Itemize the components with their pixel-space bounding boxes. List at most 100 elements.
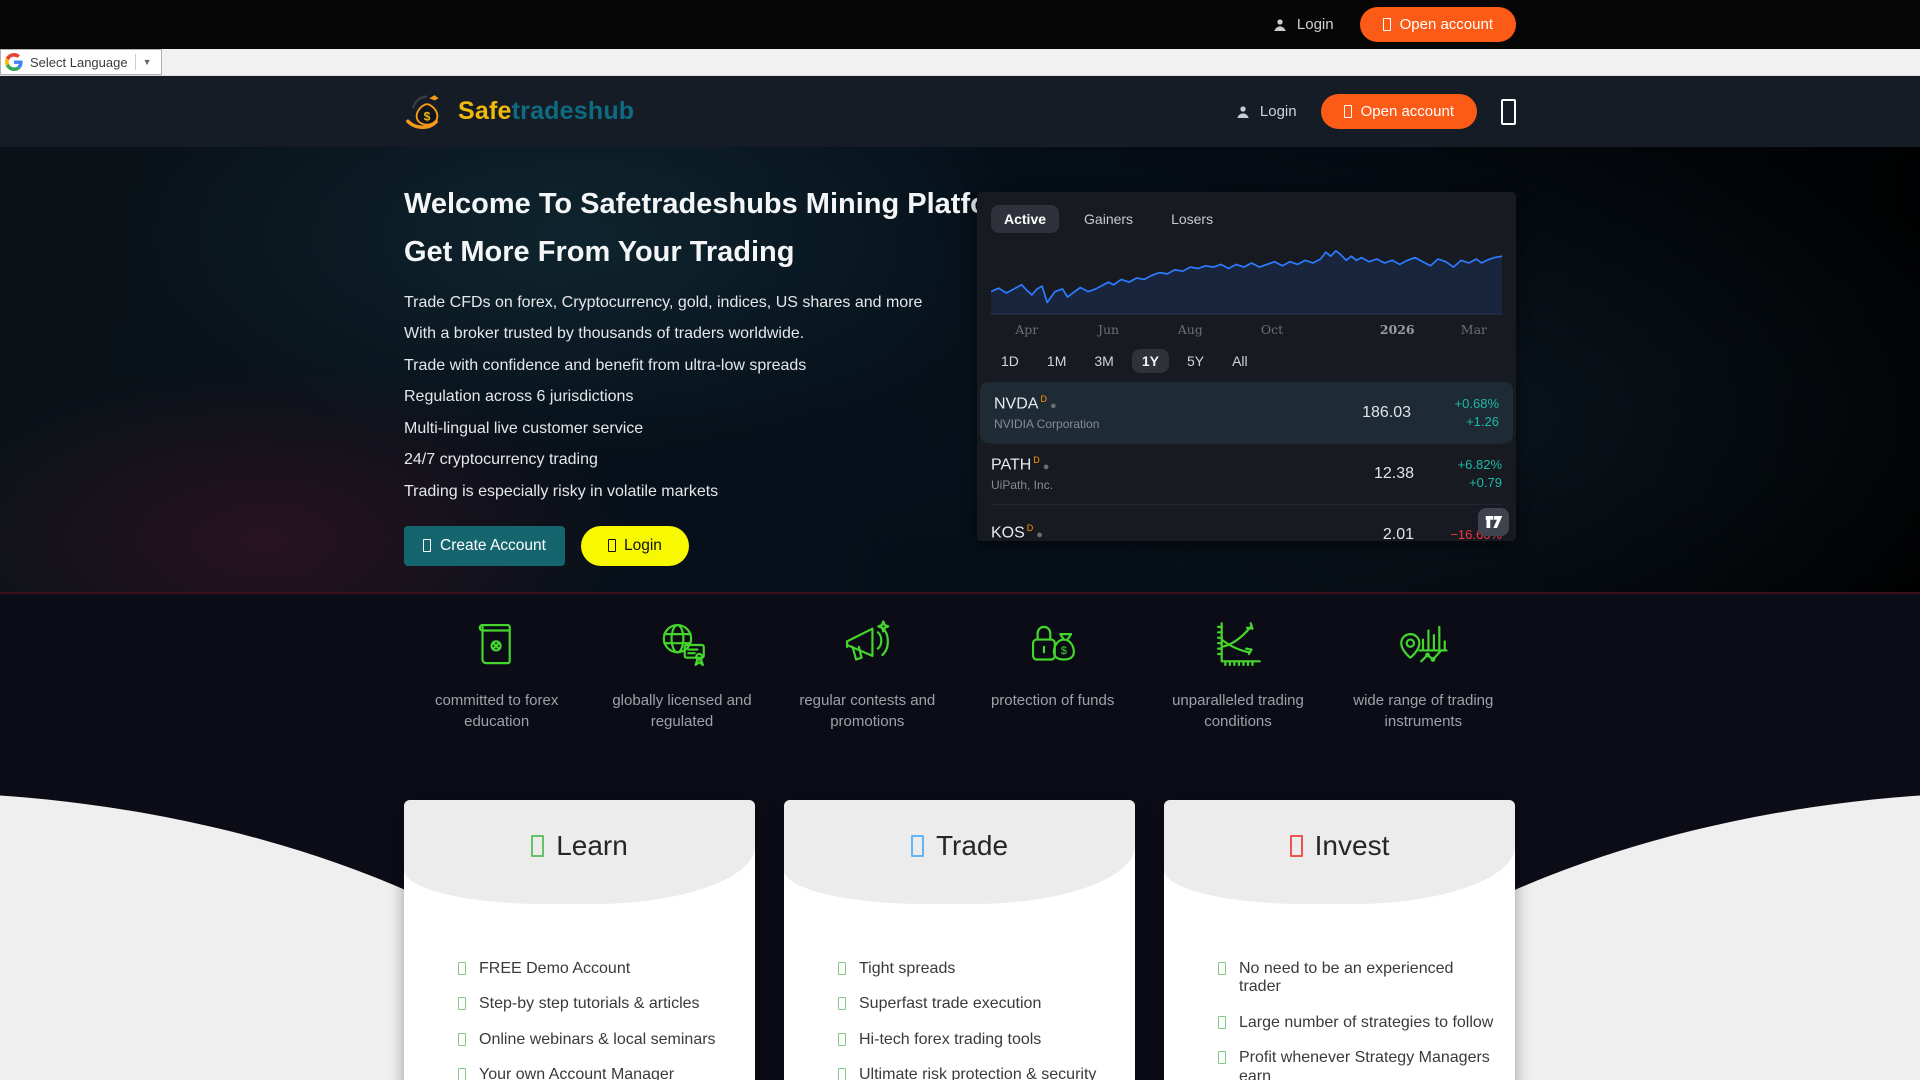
svg-text:$: $	[424, 109, 431, 123]
topbar-login-link[interactable]: Login	[1272, 16, 1334, 33]
tab-gainers[interactable]: Gainers	[1071, 205, 1146, 233]
stock-row-nvda[interactable]: NVDA D● NVIDIA Corporation 186.03 +0.68% …	[980, 382, 1513, 443]
topbar-open-account-button[interactable]: Open account	[1359, 7, 1516, 42]
stock-price: 2.01	[1382, 525, 1414, 542]
stock-symbol: PATH	[991, 456, 1032, 474]
check-icon	[838, 1032, 846, 1046]
header-open-account-button[interactable]: Open account	[1320, 94, 1477, 129]
user-icon	[1237, 105, 1249, 118]
stock-name: UiPath, Inc.	[991, 477, 1054, 492]
instruments-chart-icon	[1400, 625, 1448, 663]
moneybag-logo-icon: $	[406, 94, 439, 129]
widget-tabs: Active Gainers Losers	[991, 205, 1502, 233]
price-chart[interactable]	[991, 241, 1502, 319]
stock-price: 12.38	[1373, 464, 1414, 482]
main-header: $ Safetradeshub Login Open account	[0, 76, 1920, 147]
stock-row-kos[interactable]: KOS D● 2.01 −16.60%	[977, 504, 1516, 541]
stock-symbol: NVDA	[994, 395, 1039, 413]
features-section: committed to forex education globally li…	[0, 594, 1920, 780]
feature-protection: $ protection of funds	[960, 594, 1145, 780]
range-1d[interactable]: 1D	[991, 349, 1029, 373]
check-icon	[458, 997, 466, 1011]
list-item: Large number of strategies to follow	[1218, 1014, 1495, 1032]
feature-education: committed to forex education	[404, 594, 589, 780]
create-account-button[interactable]: Create Account	[404, 525, 565, 566]
list-item: Profit whenever Strategy Managers earn	[1218, 1049, 1495, 1080]
svg-text:$: $	[1061, 645, 1067, 657]
check-icon	[838, 1068, 846, 1080]
card-title: Invest	[1314, 830, 1390, 861]
list-item: No need to be an experienced trader	[1218, 960, 1495, 997]
stock-row-path[interactable]: PATH D● UiPath, Inc. 12.38 +6.82% +0.79	[977, 443, 1516, 504]
stock-change: +0.68% +1.26	[1454, 395, 1499, 429]
login-icon	[607, 539, 616, 553]
feature-licensed: globally licensed and regulated	[589, 594, 774, 780]
check-icon	[838, 997, 846, 1011]
card-invest: Invest No need to be an experienced trad…	[1164, 800, 1515, 1080]
tab-losers[interactable]: Losers	[1158, 205, 1226, 233]
create-account-label: Create Account	[440, 536, 546, 554]
language-selector[interactable]: Select Language ▼	[0, 49, 162, 75]
range-1m[interactable]: 1M	[1037, 349, 1076, 373]
range-selector: 1D 1M 3M 1Y 5Y All	[991, 349, 1502, 373]
range-3m[interactable]: 3M	[1084, 349, 1123, 373]
axis-tick: Mar	[1460, 322, 1488, 337]
account-icon	[1343, 105, 1352, 118]
list-item: Step-by step tutorials & articles	[458, 995, 735, 1013]
check-icon	[838, 962, 846, 975]
header-open-account-label: Open account	[1360, 103, 1454, 120]
axis-tick-year: 2026	[1379, 322, 1415, 337]
topbar-open-account-label: Open account	[1399, 16, 1493, 33]
daily-flag: D	[1033, 455, 1040, 466]
feature-instruments: wide range of trading instruments	[1331, 594, 1516, 780]
hero-section: Welcome To Safetradeshubs Mining Platfor…	[0, 147, 1920, 594]
daily-flag: D	[1026, 523, 1034, 534]
check-icon	[1218, 1015, 1226, 1029]
daily-flag: D	[1040, 394, 1047, 405]
account-icon	[1382, 18, 1391, 31]
stock-name: NVIDIA Corporation	[994, 416, 1100, 431]
stock-list: NVDA D● NVIDIA Corporation 186.03 +0.68% …	[977, 382, 1516, 541]
stock-change: +6.82% +0.79	[1457, 456, 1502, 490]
megaphone-icon	[846, 620, 890, 661]
axis-tick: Jun	[1097, 322, 1120, 337]
check-icon	[458, 962, 466, 975]
divider	[134, 54, 136, 70]
hero-login-button[interactable]: Login	[580, 525, 689, 566]
tradingview-icon	[1485, 516, 1502, 528]
check-icon	[1218, 1051, 1226, 1065]
check-icon	[1218, 962, 1226, 975]
list-item: Online webinars & local seminars	[458, 1031, 735, 1049]
range-5y[interactable]: 5Y	[1177, 349, 1214, 373]
dot-icon: ●	[1036, 528, 1043, 541]
menu-icon[interactable]	[1501, 98, 1516, 125]
range-1y[interactable]: 1Y	[1131, 349, 1169, 373]
top-utility-bar: Login Open account	[0, 0, 1920, 49]
dot-icon: ●	[1042, 460, 1050, 473]
sparkline-chart	[991, 249, 1502, 315]
hero-login-label: Login	[623, 536, 662, 554]
google-logo-icon	[5, 53, 23, 71]
book-icon	[478, 623, 511, 665]
tradingview-logo-badge[interactable]	[1478, 508, 1509, 536]
tab-active[interactable]: Active	[991, 205, 1060, 233]
axis-tick: Oct	[1260, 322, 1284, 337]
brand-logo[interactable]: $ Safetradeshub	[404, 91, 634, 133]
check-icon	[458, 1068, 466, 1080]
dot-icon: ●	[1049, 399, 1057, 412]
learn-icon	[531, 835, 545, 857]
cards-section: Learn FREE Demo Account Step-by step tut…	[0, 780, 1920, 1080]
globe-certificate-icon	[662, 623, 705, 667]
list-item: Your own Account Manager	[458, 1066, 735, 1080]
axis-tick: Apr	[1015, 322, 1039, 337]
market-overview-widget: Active Gainers Losers Apr Jun Aug Oct 20…	[977, 192, 1516, 541]
chevron-down-icon: ▼	[142, 57, 152, 67]
header-login-link[interactable]: Login	[1235, 103, 1297, 120]
stock-price: 186.03	[1362, 403, 1411, 421]
topbar-login-label: Login	[1296, 16, 1334, 33]
header-login-label: Login	[1259, 103, 1297, 120]
feature-conditions: unparalleled trading conditions	[1145, 594, 1330, 780]
axis-tick: Aug	[1177, 322, 1203, 337]
range-all[interactable]: All	[1222, 349, 1258, 373]
stock-symbol: KOS	[991, 524, 1025, 541]
